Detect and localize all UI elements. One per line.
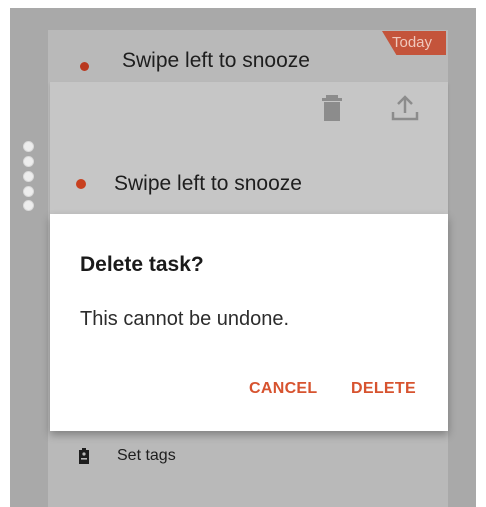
set-tags-option[interactable]: Set tags: [117, 447, 176, 465]
expanded-task-title: Swipe left to snooze: [114, 172, 302, 195]
delete-button[interactable]: DELETE: [351, 380, 416, 398]
priority-dot-icon: [80, 62, 89, 71]
pager-dot: [23, 156, 34, 167]
today-badge-label: Today: [392, 34, 433, 51]
pager-dot: [23, 171, 34, 182]
dialog-title: Delete task?: [80, 253, 204, 276]
upload-icon[interactable]: [390, 94, 420, 122]
pager-dot: [23, 200, 34, 211]
pager-dot: [23, 186, 34, 197]
cancel-button[interactable]: CANCEL: [249, 380, 317, 398]
pager-dot: [23, 141, 34, 152]
trash-icon[interactable]: [319, 94, 345, 122]
priority-dot-icon: [76, 179, 86, 189]
tag-icon: [79, 448, 89, 464]
background-task-title: Swipe left to snooze: [122, 49, 310, 72]
pager-dots: [22, 141, 36, 213]
screen: Swipe left to snooze Today Swipe left to…: [0, 0, 486, 507]
dialog-message: This cannot be undone.: [80, 308, 290, 330]
